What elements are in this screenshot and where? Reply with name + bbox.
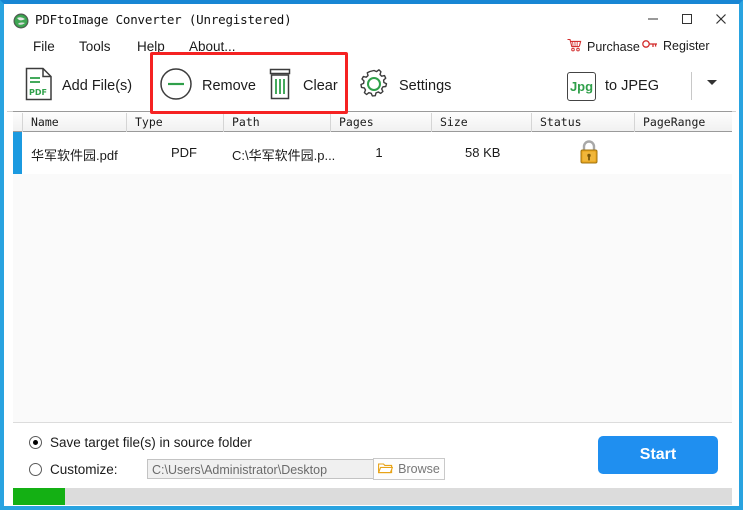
cell-status xyxy=(578,139,608,169)
browse-button[interactable]: Browse xyxy=(373,458,445,480)
purchase-label: Purchase xyxy=(587,39,640,54)
menu-item-help[interactable]: Help xyxy=(133,37,169,56)
column-header-type[interactable]: Type xyxy=(135,115,163,129)
cell-size: 58 KB xyxy=(465,145,501,160)
register-label: Register xyxy=(663,38,710,53)
table-row[interactable]: 华军软件园.pdf PDF C:\华军软件园.p... 1 58 KB xyxy=(13,132,732,174)
column-header-size[interactable]: Size xyxy=(440,115,468,129)
browse-label: Browse xyxy=(398,462,440,476)
purchase-link[interactable]: Purchase xyxy=(567,38,640,55)
column-divider[interactable] xyxy=(22,113,23,132)
svg-text:PDF: PDF xyxy=(29,88,47,97)
menu-item-about[interactable]: About... xyxy=(185,37,240,56)
clear-label: Clear xyxy=(303,78,338,94)
window-controls xyxy=(636,5,736,35)
trash-can-icon xyxy=(266,68,294,105)
row-selection-indicator xyxy=(13,132,22,174)
column-header-name[interactable]: Name xyxy=(31,115,59,129)
radio-customize[interactable]: Customize: xyxy=(29,462,118,477)
radio-label-source-folder: Save target file(s) in source folder xyxy=(50,435,252,450)
menu-item-file[interactable]: File xyxy=(29,37,59,56)
app-icon xyxy=(13,13,29,29)
menu-item-tools[interactable]: Tools xyxy=(75,37,115,56)
radio-save-in-source-folder[interactable]: Save target file(s) in source folder xyxy=(29,435,252,450)
window-client-area: PDFtoImage Converter (Unregistered) File… xyxy=(6,4,737,506)
radio-indicator[interactable] xyxy=(29,436,42,449)
output-path-input[interactable]: C:\Users\Administrator\Desktop xyxy=(147,459,387,479)
column-divider[interactable] xyxy=(431,113,432,132)
file-table-header: Name Type Path Pages Size Status PageRan… xyxy=(13,111,732,132)
maximize-button[interactable] xyxy=(670,5,704,33)
column-divider[interactable] xyxy=(223,113,224,132)
column-header-status[interactable]: Status xyxy=(540,115,582,129)
output-format-button[interactable]: Jpg to JPEG xyxy=(563,66,663,106)
remove-label: Remove xyxy=(202,78,256,94)
output-format-label: to JPEG xyxy=(605,78,659,94)
column-divider[interactable] xyxy=(126,113,127,132)
chevron-down-icon[interactable] xyxy=(707,80,717,85)
window-title: PDFtoImage Converter (Unregistered) xyxy=(35,12,292,27)
key-icon xyxy=(642,38,658,53)
minimize-button[interactable] xyxy=(636,5,670,33)
column-divider[interactable] xyxy=(531,113,532,132)
gear-icon xyxy=(358,68,390,105)
start-button[interactable]: Start xyxy=(598,436,718,474)
settings-label: Settings xyxy=(399,78,452,94)
cell-path: C:\华军软件园.p... xyxy=(232,148,336,163)
radio-indicator[interactable] xyxy=(29,463,42,476)
file-table-body[interactable]: 华军软件园.pdf PDF C:\华军软件园.p... 1 58 KB xyxy=(13,132,732,422)
jpg-badge-icon: Jpg xyxy=(567,71,596,101)
radio-label-customize: Customize: xyxy=(50,462,118,477)
close-button[interactable] xyxy=(704,5,736,33)
cell-pages: 1 xyxy=(375,145,383,160)
progress-bar-fill xyxy=(13,488,66,505)
toolbar: PDF Add File(s) Remove Clear Settings Jp… xyxy=(7,60,736,112)
toolbar-separator xyxy=(691,72,692,100)
add-files-label: Add File(s) xyxy=(62,78,133,94)
progress-bar xyxy=(13,488,732,505)
column-header-pages[interactable]: Pages xyxy=(339,115,374,129)
column-header-pagerange[interactable]: PageRange xyxy=(643,115,705,129)
column-header-path[interactable]: Path xyxy=(232,115,260,129)
application-window: PDFtoImage Converter (Unregistered) File… xyxy=(0,0,743,510)
column-divider[interactable] xyxy=(330,113,331,132)
pdf-document-icon: PDF xyxy=(25,67,53,106)
title-bar: PDFtoImage Converter (Unregistered) xyxy=(7,5,736,39)
register-link[interactable]: Register xyxy=(642,38,710,53)
cell-type: PDF xyxy=(171,145,197,160)
settings-button[interactable]: Settings xyxy=(354,66,455,106)
column-divider[interactable] xyxy=(634,113,635,132)
folder-open-icon xyxy=(377,462,394,477)
padlock-icon xyxy=(578,140,600,169)
add-files-button[interactable]: PDF Add File(s) xyxy=(21,66,136,106)
cell-name: 华军软件园.pdf xyxy=(31,148,118,163)
clear-button[interactable]: Clear xyxy=(262,66,342,106)
remove-button[interactable]: Remove xyxy=(155,66,260,106)
minus-circle-icon xyxy=(159,67,193,106)
shopping-cart-icon xyxy=(567,38,582,55)
